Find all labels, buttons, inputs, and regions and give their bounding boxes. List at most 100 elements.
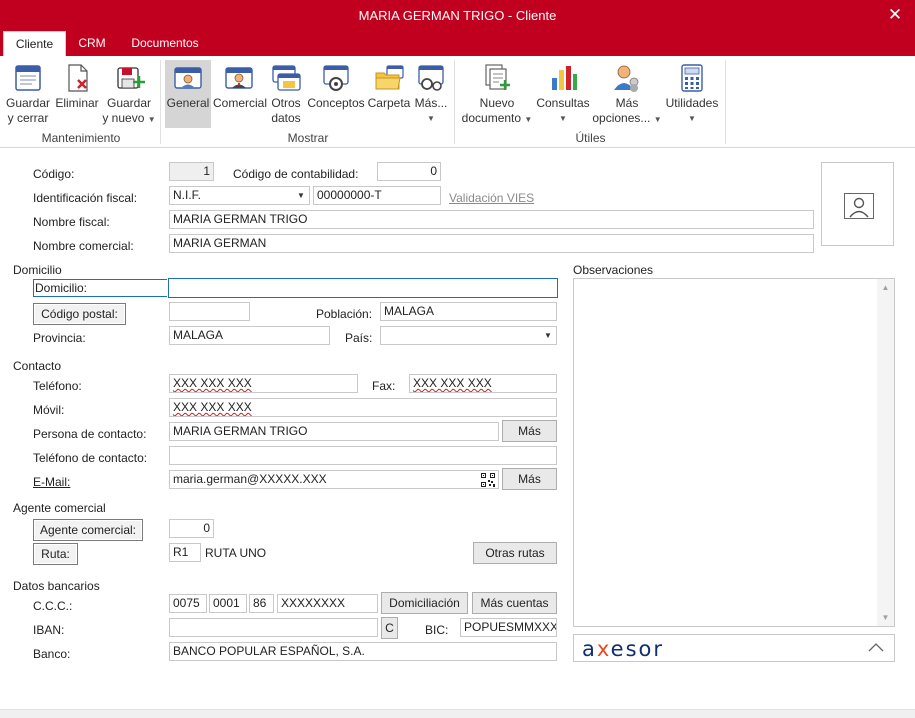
client-form: Código: 1 Código de contabilidad: 0 Iden… (0, 149, 915, 709)
provincia-label: Provincia: (33, 331, 86, 345)
ribbon-separator (160, 60, 161, 144)
mas-mostrar-button[interactable]: Más... ▼ (413, 60, 449, 128)
bancarios-section-title: Datos bancarios (13, 579, 100, 593)
bottom-strip (0, 709, 915, 718)
email-label[interactable]: E-Mail: (33, 475, 70, 489)
persona-contacto-label: Persona de contacto: (33, 427, 147, 441)
agente-section-title: Agente comercial (13, 501, 106, 515)
qr-code-icon[interactable] (481, 473, 495, 487)
otros-datos-icon (272, 65, 301, 91)
poblacion-field[interactable]: MALAGA (380, 302, 557, 321)
chevron-down-icon: ▼ (297, 191, 305, 200)
provincia-field[interactable]: MALAGA (169, 326, 330, 345)
comercial-button[interactable]: Comercial (213, 60, 267, 128)
contacto-section-title: Contacto (13, 359, 62, 373)
mas-cuentas-button[interactable]: Más cuentas (472, 592, 557, 614)
fax-label: Fax: (372, 379, 396, 393)
bic-label: BIC: (425, 623, 449, 637)
identificacion-fiscal-label: Identificación fiscal: (33, 191, 138, 205)
avatar-placeholder-icon (844, 193, 874, 219)
ribbon-separator (454, 60, 455, 144)
tab-documentos[interactable]: Documentos (124, 31, 206, 56)
tab-cliente[interactable]: Cliente (3, 31, 66, 56)
telefono-contacto-label: Teléfono de contacto: (33, 451, 148, 465)
calculator-icon (681, 64, 703, 92)
email-field[interactable]: maria.german@XXXXX.XXX (169, 470, 499, 489)
pais-select[interactable]: ▼ (380, 326, 557, 345)
otros-datos-button[interactable]: Otros datos (267, 60, 305, 128)
consultas-button[interactable]: Consultas ▼ (535, 60, 591, 128)
iban-calc-button[interactable]: C (381, 617, 398, 639)
domicilio-label: Domicilio: (33, 279, 167, 297)
codigo-field[interactable]: 1 (169, 162, 214, 181)
observaciones-textarea[interactable]: ▲ ▼ (573, 278, 895, 627)
domiciliacion-button[interactable]: Domiciliación (381, 592, 468, 614)
scroll-down-icon[interactable]: ▼ (877, 609, 894, 626)
tab-crm[interactable]: CRM (72, 31, 112, 56)
group-label-mantenimiento: Mantenimiento (41, 131, 121, 145)
persona-contacto-field[interactable]: MARIA GERMAN TRIGO (169, 422, 499, 441)
nif-field[interactable]: 00000000-T (313, 186, 441, 205)
new-document-icon (485, 64, 510, 90)
ccc-oficina-field[interactable]: 0001 (209, 594, 247, 613)
email-mas-button[interactable]: Más (502, 468, 557, 490)
axesor-panel[interactable]: axesor (573, 634, 895, 662)
codigo-contabilidad-label: Código de contabilidad: (233, 167, 359, 181)
domicilio-field[interactable] (168, 278, 558, 298)
movil-label: Móvil: (33, 403, 65, 417)
nombre-comercial-field[interactable]: MARIA GERMAN (169, 234, 814, 253)
poblacion-label: Población: (316, 307, 373, 321)
nombre-comercial-label: Nombre comercial: (33, 239, 134, 253)
chevron-down-icon: ▼ (544, 331, 552, 340)
ribbon: Guardar y cerrar Eliminar Guardar y nuev… (0, 56, 915, 148)
delete-document-icon (68, 64, 88, 92)
ruta-code-field[interactable]: R1 (169, 543, 201, 562)
codigo-contabilidad-field[interactable]: 0 (377, 162, 441, 181)
ccc-dc-field[interactable]: 86 (249, 594, 274, 613)
chevron-up-icon[interactable] (866, 639, 886, 657)
ruta-name: RUTA UNO (205, 546, 267, 560)
carpeta-button[interactable]: Carpeta (367, 60, 411, 128)
guardar-cerrar-button[interactable]: Guardar y cerrar (4, 60, 52, 128)
nuevo-documento-button[interactable]: Nuevo documento ▼ (459, 60, 535, 128)
nombre-fiscal-field[interactable]: MARIA GERMAN TRIGO (169, 210, 814, 229)
persona-contacto-mas-button[interactable]: Más (502, 420, 557, 442)
ccc-entidad-field[interactable]: 0075 (169, 594, 207, 613)
guardar-nuevo-button[interactable]: Guardar y nuevo ▼ (102, 60, 156, 128)
identificacion-tipo-select[interactable]: N.I.F. ▼ (169, 186, 310, 205)
telefono-contacto-field[interactable] (169, 446, 557, 465)
window-title: MARIA GERMAN TRIGO - Cliente (358, 8, 557, 23)
tab-bar: Cliente CRM Documentos (0, 31, 915, 56)
codigo-postal-button[interactable]: Código postal: (33, 303, 126, 325)
ccc-cuenta-field[interactable]: XXXXXXXX (277, 594, 378, 613)
mas-opciones-button[interactable]: Más opciones... ▼ (591, 60, 663, 128)
save-new-icon (117, 67, 145, 89)
observaciones-label: Observaciones (573, 263, 654, 277)
utilidades-button[interactable]: Utilidades ▼ (664, 60, 720, 128)
more-cards-icon (418, 65, 444, 91)
save-close-icon (15, 65, 41, 91)
codigo-label: Código: (33, 167, 75, 181)
bic-field[interactable]: POPUESMMXXX (460, 618, 557, 637)
validacion-vies-link[interactable]: Validación VIES (449, 191, 534, 205)
photo-box[interactable] (821, 162, 894, 246)
agente-comercial-field[interactable]: 0 (169, 519, 214, 538)
eliminar-button[interactable]: Eliminar (54, 60, 100, 128)
ruta-button[interactable]: Ruta: (33, 543, 78, 565)
scroll-up-icon[interactable]: ▲ (877, 279, 894, 296)
domicilio-section-title: Domicilio (13, 263, 62, 277)
banco-field[interactable]: BANCO POPULAR ESPAÑOL, S.A. (169, 642, 557, 661)
fax-field[interactable]: XXX XXX XXX (409, 374, 557, 393)
observaciones-scrollbar[interactable]: ▲ ▼ (877, 279, 894, 626)
ribbon-separator (725, 60, 726, 144)
telefono-field[interactable]: XXX XXX XXX (169, 374, 358, 393)
axesor-logo: axesor (582, 637, 665, 661)
otras-rutas-button[interactable]: Otras rutas (473, 542, 557, 564)
conceptos-button[interactable]: Conceptos (307, 60, 365, 128)
agente-comercial-button[interactable]: Agente comercial: (33, 519, 143, 541)
codigo-postal-field[interactable] (169, 302, 250, 321)
general-button[interactable]: General (165, 60, 211, 128)
close-icon[interactable]: ✕ (885, 0, 905, 31)
movil-field[interactable]: XXX XXX XXX (169, 398, 557, 417)
iban-field[interactable] (169, 618, 378, 637)
